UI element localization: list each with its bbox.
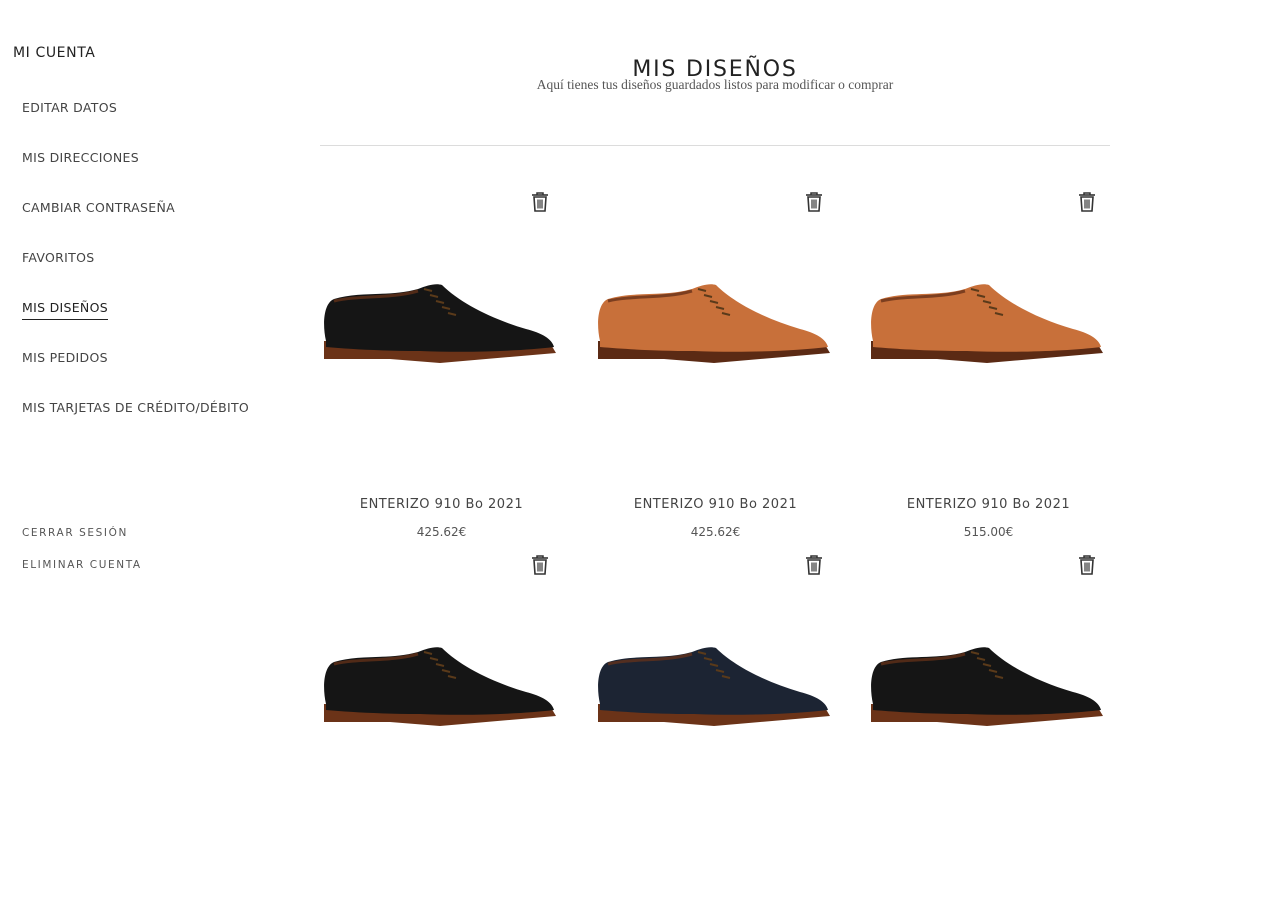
design-card[interactable]: [867, 549, 1110, 909]
nav-cards[interactable]: MIS TARJETAS DE CRÉDITO/DÉBITO: [22, 400, 249, 450]
design-name[interactable]: ENTERIZO 910 Bo 2021: [320, 497, 563, 512]
trash-icon[interactable]: [804, 554, 824, 576]
shoe-image[interactable]: [320, 281, 560, 381]
shoe-image[interactable]: [320, 644, 560, 744]
trash-icon[interactable]: [530, 554, 550, 576]
page-subtitle: Aquí tienes tus diseños guardados listos…: [536, 77, 894, 92]
nav-label: MIS DISEÑOS: [22, 300, 108, 320]
nav-label: FAVORITOS: [22, 250, 95, 265]
trash-icon[interactable]: [804, 191, 824, 213]
account-nav: EDITAR DATOS MIS DIRECCIONES CAMBIAR CON…: [22, 100, 249, 450]
shoe-image[interactable]: [867, 644, 1107, 744]
account-sidebar: MI CUENTA EDITAR DATOS MIS DIRECCIONES C…: [0, 0, 300, 673]
nav-label: MIS TARJETAS DE CRÉDITO/DÉBITO: [22, 400, 250, 415]
nav-label: MIS DIRECCIONES: [22, 150, 139, 165]
nav-my-designs[interactable]: MIS DISEÑOS: [22, 300, 249, 350]
nav-orders[interactable]: MIS PEDIDOS: [22, 350, 249, 400]
design-price: 515.00€: [963, 525, 1014, 539]
design-price: 425.62€: [690, 525, 741, 539]
design-name[interactable]: ENTERIZO 910 Bo 2021: [594, 497, 837, 512]
sidebar-footer: CERRAR SESIÓN ELIMINAR CUENTA: [22, 527, 142, 591]
nav-change-password[interactable]: CAMBIAR CONTRASEÑA: [22, 200, 249, 250]
shoe-image[interactable]: [594, 281, 834, 381]
nav-label: MIS PEDIDOS: [22, 350, 108, 365]
design-name[interactable]: ENTERIZO 910 Bo 2021: [867, 497, 1110, 512]
trash-icon[interactable]: [530, 191, 550, 213]
nav-label: EDITAR DATOS: [22, 100, 118, 115]
logout-link[interactable]: CERRAR SESIÓN: [22, 527, 142, 539]
design-card[interactable]: ENTERIZO 910 Bo 2021 425.62€: [320, 186, 563, 546]
nav-favorites[interactable]: FAVORITOS: [22, 250, 249, 300]
nav-label: CAMBIAR CONTRASEÑA: [22, 200, 175, 215]
shoe-image[interactable]: [867, 281, 1107, 381]
sidebar-title: MI CUENTA: [13, 45, 96, 61]
design-card[interactable]: [320, 549, 563, 909]
trash-icon[interactable]: [1077, 554, 1097, 576]
divider: [320, 145, 1110, 146]
nav-edit-data[interactable]: EDITAR DATOS: [22, 100, 249, 150]
shoe-image[interactable]: [594, 644, 834, 744]
trash-icon[interactable]: [1077, 191, 1097, 213]
design-price: 425.62€: [416, 525, 467, 539]
design-card[interactable]: ENTERIZO 910 Bo 2021 515.00€: [867, 186, 1110, 546]
design-card[interactable]: [594, 549, 837, 909]
nav-addresses[interactable]: MIS DIRECCIONES: [22, 150, 249, 200]
delete-account-link[interactable]: ELIMINAR CUENTA: [22, 559, 142, 571]
design-card[interactable]: ENTERIZO 910 Bo 2021 425.62€: [594, 186, 837, 546]
